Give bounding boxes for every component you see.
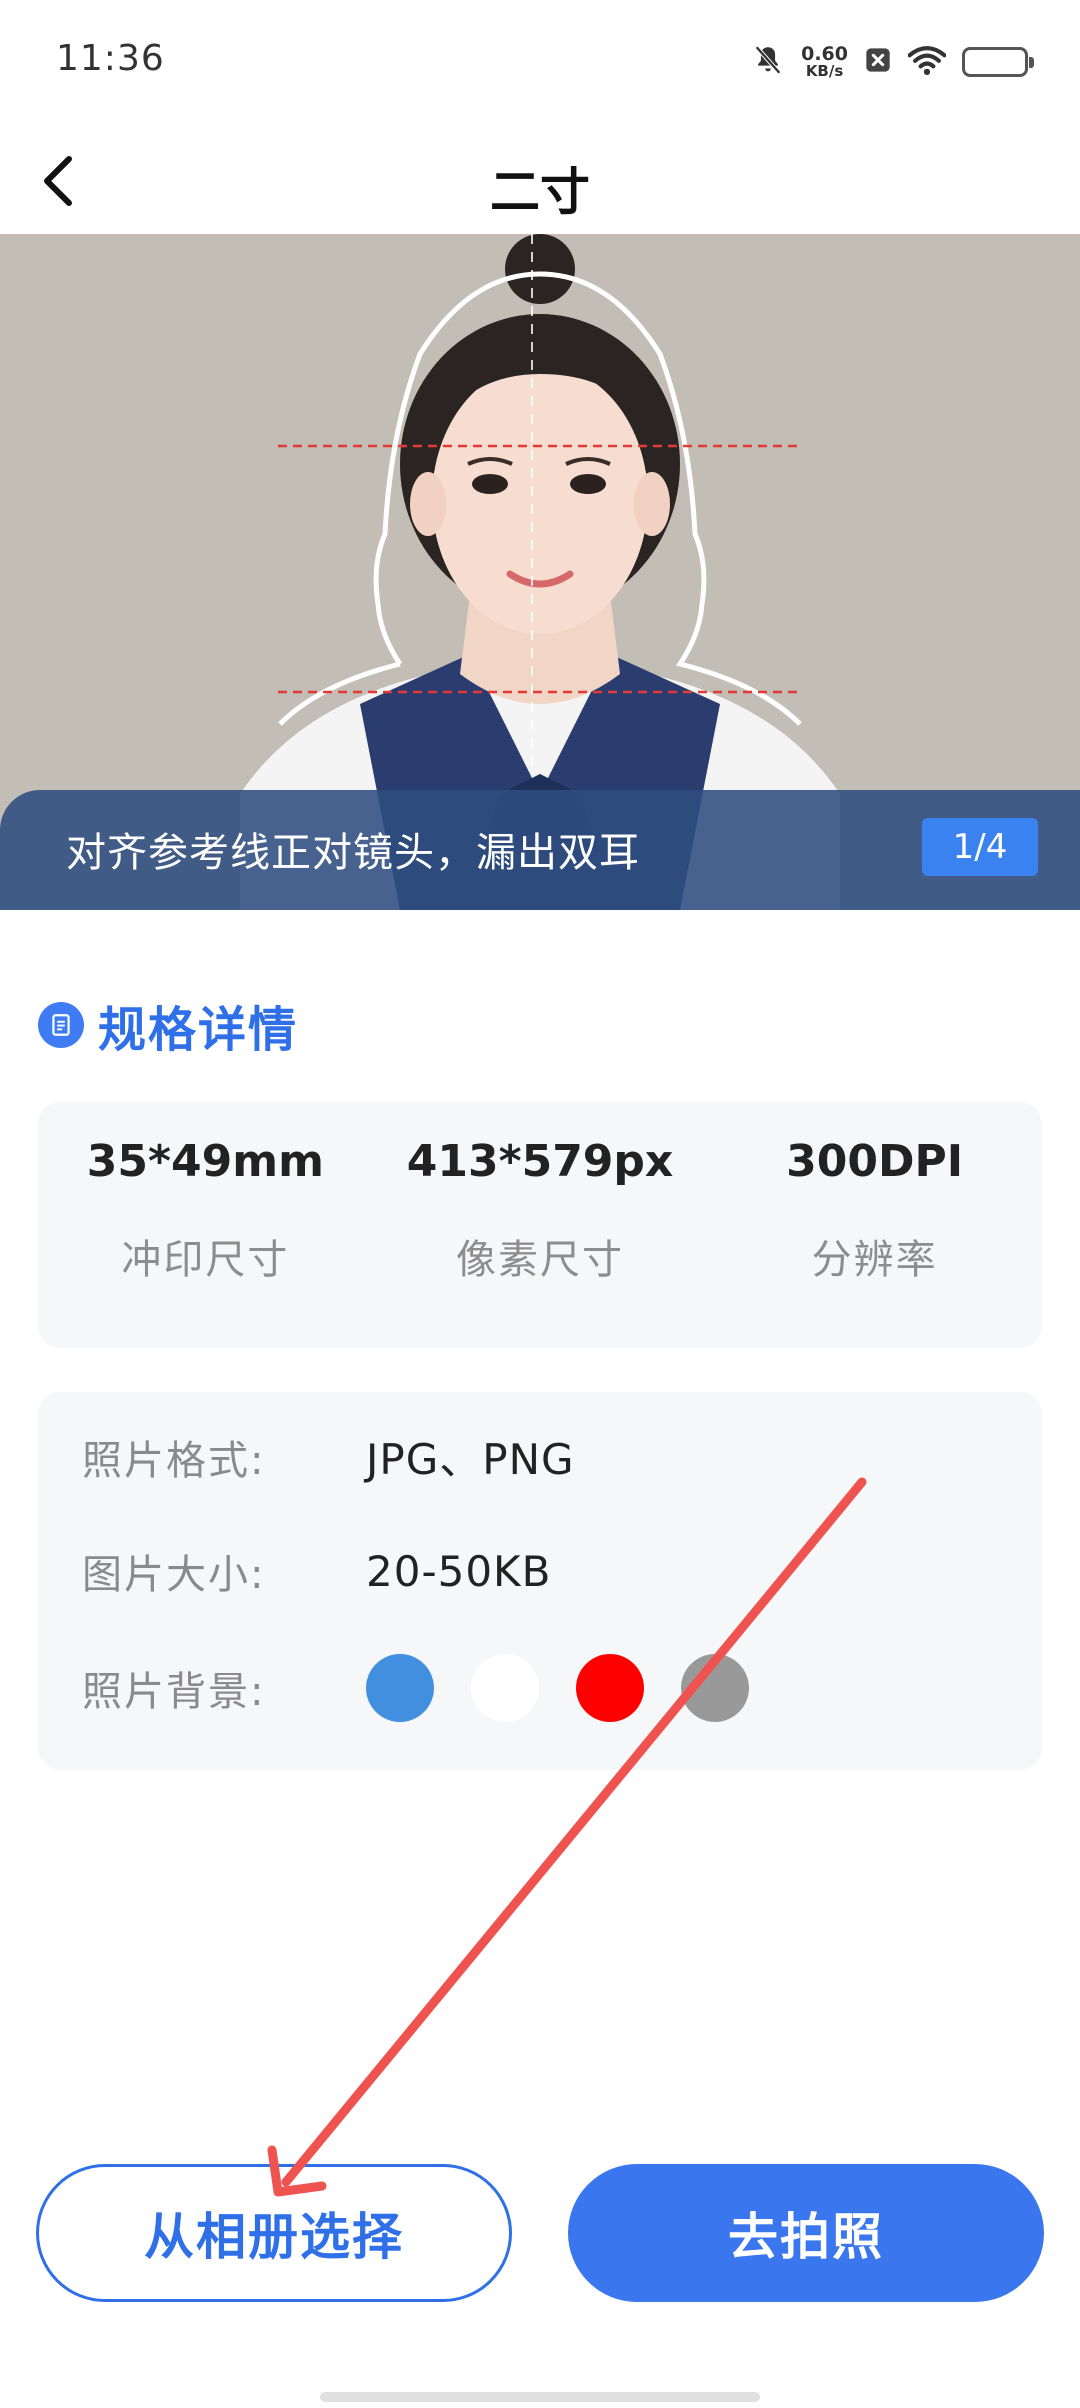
spec-resolution: 300DPI 分辨率 <box>707 1102 1042 1348</box>
guide-tip-text: 对齐参考线正对镜头，漏出双耳 <box>66 830 640 876</box>
spec-label: 冲印尺寸 <box>121 1237 290 1283</box>
spec-label: 分辨率 <box>811 1237 938 1283</box>
background-color-label: 照片背景: <box>82 1669 266 1715</box>
title-bar: 二寸 <box>0 130 1080 234</box>
photo-format-row: 照片格式: JPG、PNG <box>82 1426 575 1487</box>
sample-photo-preview: 对齐参考线正对镜头，漏出双耳 1/4 <box>0 234 1080 910</box>
net-speed-unit: KB/s <box>805 62 844 80</box>
swatch-gray[interactable] <box>681 1654 749 1722</box>
swatch-red[interactable] <box>576 1654 644 1722</box>
battery-icon <box>962 47 1034 77</box>
file-size-value: 20-50KB <box>366 1546 552 1596</box>
file-size-label: 图片大小: <box>82 1552 266 1598</box>
spec-value: 413*579px <box>406 1136 674 1187</box>
info-card: 照片格式: JPG、PNG 图片大小: 20-50KB 照片背景: <box>38 1392 1042 1770</box>
page-indicator: 1/4 <box>922 818 1038 876</box>
background-color-row: 照片背景: <box>82 1654 749 1722</box>
home-indicator <box>320 2392 760 2402</box>
take-photo-button[interactable]: 去拍照 <box>568 2164 1044 2302</box>
spec-label: 像素尺寸 <box>456 1237 624 1283</box>
document-icon <box>38 1002 84 1048</box>
photo-format-label: 照片格式: <box>82 1437 266 1484</box>
status-icons: 0.60 KB/s <box>751 42 1034 82</box>
close-box-icon <box>864 46 892 78</box>
mute-bell-icon <box>751 43 785 81</box>
background-swatches <box>366 1654 749 1722</box>
spec-value: 300DPI <box>786 1136 964 1187</box>
status-time: 11:36 <box>56 38 165 79</box>
page-title: 二寸 <box>490 163 590 221</box>
spec-card: 35*49mm 冲印尺寸 413*579px 像素尺寸 300DPI 分辨率 <box>38 1102 1042 1348</box>
wifi-icon <box>907 44 947 80</box>
photo-format-value: JPG、PNG <box>366 1435 575 1484</box>
status-bar: 11:36 0.60 KB/s <box>0 0 1080 130</box>
spec-print-size: 35*49mm 冲印尺寸 <box>38 1102 373 1348</box>
net-speed: 0.60 KB/s <box>801 45 848 79</box>
swatch-blue[interactable] <box>366 1654 434 1722</box>
section-title: 规格详情 <box>98 1002 299 1058</box>
spec-pixel-size: 413*579px 像素尺寸 <box>373 1102 708 1348</box>
file-size-row: 图片大小: 20-50KB <box>82 1542 551 1600</box>
spec-value: 35*49mm <box>86 1136 324 1187</box>
guide-tip-bar: 对齐参考线正对镜头，漏出双耳 1/4 <box>0 790 1080 910</box>
spec-section-heading: 规格详情 <box>38 990 298 1060</box>
swatch-white[interactable] <box>471 1654 539 1722</box>
choose-from-album-button[interactable]: 从相册选择 <box>36 2164 512 2302</box>
